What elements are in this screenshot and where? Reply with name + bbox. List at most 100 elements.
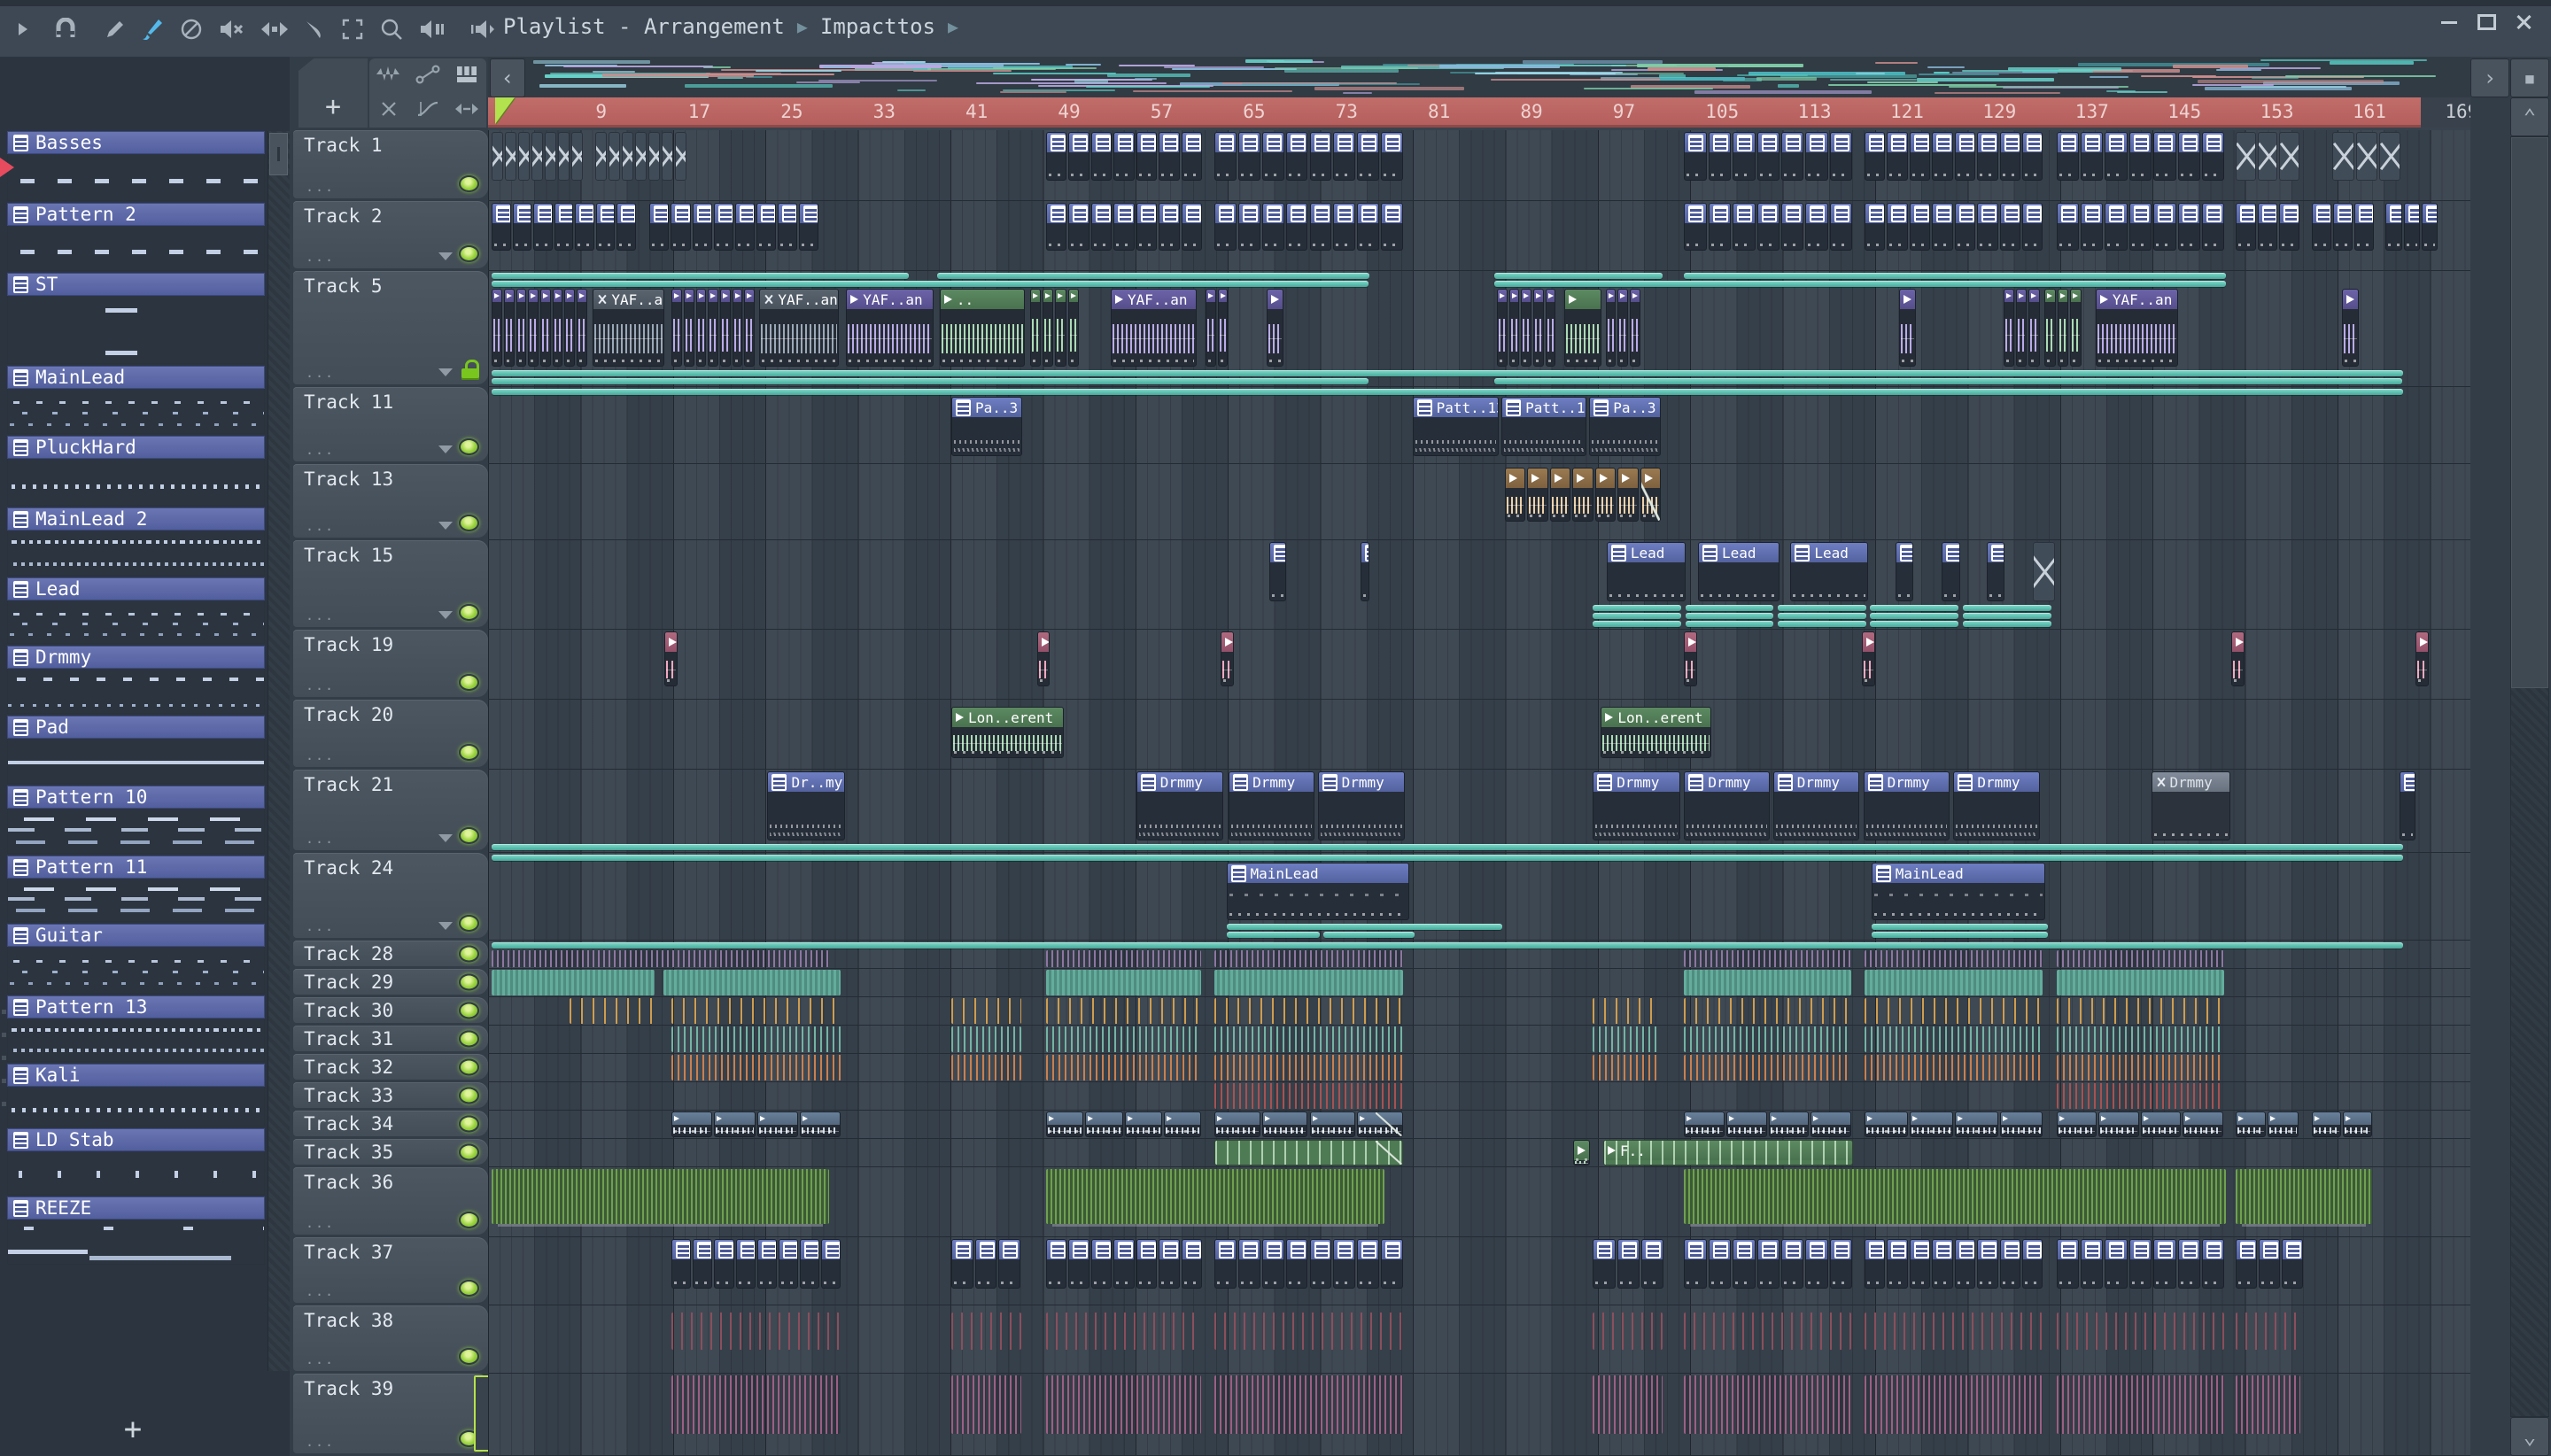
- automation-clip[interactable]: [1778, 621, 1866, 627]
- pattern-clip[interactable]: [1829, 203, 1853, 251]
- stretch-tool-icon[interactable]: [455, 101, 478, 120]
- chevron-audio-clip[interactable]: [1214, 1140, 1403, 1166]
- clip-purple[interactable]: [492, 950, 829, 967]
- track-options-dots[interactable]: ...: [306, 249, 335, 265]
- track-options-dots[interactable]: ...: [306, 1283, 335, 1299]
- pattern-clip[interactable]: [756, 1239, 777, 1289]
- track-dropdown-icon[interactable]: [438, 368, 453, 376]
- pattern-clip[interactable]: [1068, 203, 1089, 251]
- clip-maroontick[interactable]: [1045, 1313, 1202, 1350]
- audio-clip[interactable]: [1768, 1111, 1810, 1137]
- clip-tealblk[interactable]: [1864, 970, 2043, 995]
- pattern-clip[interactable]: [533, 203, 553, 251]
- automation-clip[interactable]: [1778, 613, 1866, 619]
- audio-clip[interactable]: [1954, 1111, 1998, 1137]
- clip-orangetick[interactable]: [1864, 998, 2043, 1024]
- track-options-dots[interactable]: ...: [306, 179, 335, 195]
- zoom-fit-button[interactable]: ▪: [2510, 58, 2549, 97]
- audio-clip[interactable]: [1617, 468, 1639, 522]
- pattern-clip[interactable]: [2201, 203, 2225, 251]
- audio-clip[interactable]: [1594, 468, 1617, 522]
- drmmy-clip[interactable]: Drmmy: [1229, 771, 1315, 840]
- drmmy-clip[interactable]: Drmmy: [1317, 771, 1406, 840]
- pattern-item-pattern-13[interactable]: Pattern 13: [7, 995, 265, 1062]
- audio-clip[interactable]: [1899, 289, 1916, 367]
- track-header-track-37[interactable]: Track 37...: [293, 1237, 488, 1303]
- pattern-clip[interactable]: [1909, 132, 1931, 181]
- add-pattern-button[interactable]: +: [0, 1412, 266, 1447]
- track-header-track-39[interactable]: Track 39...: [293, 1374, 492, 1453]
- muted-pattern-clip[interactable]: [531, 132, 544, 181]
- pattern-clip[interactable]: [2258, 1239, 2280, 1289]
- audio-clip[interactable]: [1043, 289, 1054, 367]
- pattern-clip[interactable]: [2105, 203, 2128, 251]
- pattern-clip[interactable]: [1068, 132, 1089, 181]
- pattern-clip[interactable]: [692, 203, 712, 251]
- audio-clip[interactable]: [1267, 289, 1284, 367]
- close-button[interactable]: [2508, 9, 2539, 35]
- pattern-clip[interactable]: [1887, 132, 1908, 181]
- automation-clip[interactable]: [1870, 613, 1959, 619]
- pattern-item-st[interactable]: ST: [7, 273, 265, 364]
- audio-clip[interactable]: [2015, 289, 2028, 367]
- pattern-clip[interactable]: [512, 203, 532, 251]
- pattern-clip[interactable]: [1954, 1239, 1976, 1289]
- drmmy-clip[interactable]: Drmmy: [1593, 771, 1680, 840]
- pattern-clip[interactable]: [1309, 132, 1332, 181]
- audio-clip[interactable]: [714, 1111, 756, 1137]
- automation-clip[interactable]: [1593, 605, 1681, 611]
- pattern-item-lead[interactable]: Lead: [7, 577, 265, 644]
- clip-magenta[interactable]: [950, 1375, 1021, 1434]
- pattern-clip[interactable]: [2282, 1239, 2304, 1289]
- audio-clip[interactable]: [1725, 1111, 1767, 1137]
- audio-clip[interactable]: [577, 289, 587, 367]
- automation-clip[interactable]: [1871, 932, 2048, 938]
- track-enable-led[interactable]: [459, 175, 479, 192]
- drmmy-clip[interactable]: Drmmy: [1863, 771, 1950, 840]
- automation-clip[interactable]: [1226, 932, 1320, 938]
- f--clip[interactable]: F.: [1573, 1140, 1590, 1166]
- audio-clip[interactable]: [2056, 1111, 2097, 1137]
- lead-clip[interactable]: Lead: [1697, 542, 1779, 601]
- mute-speaker-icon[interactable]: [214, 12, 250, 46]
- pattern-clip[interactable]: [1214, 132, 1237, 181]
- muted-pattern-clip[interactable]: [648, 132, 661, 181]
- automation-clip[interactable]: [1593, 613, 1681, 619]
- pattern-item-pattern-10[interactable]: Pattern 10: [7, 786, 265, 854]
- pattern-clip[interactable]: [2080, 203, 2104, 251]
- clip-magenta[interactable]: [2235, 1375, 2301, 1434]
- muted-pattern-clip[interactable]: [595, 132, 607, 181]
- audio-clip[interactable]: [1605, 289, 1617, 367]
- delete-slash-icon[interactable]: [174, 12, 209, 46]
- audio-clip[interactable]: [2044, 289, 2056, 367]
- clip-maroontick[interactable]: [950, 1313, 1021, 1350]
- audio-clip[interactable]: [2057, 289, 2069, 367]
- clip-purple[interactable]: [1684, 950, 1851, 967]
- clip-green36[interactable]: [2235, 1169, 2373, 1224]
- scroll-right-button[interactable]: ›: [2470, 58, 2509, 97]
- audio-clip[interactable]: [1217, 289, 1229, 367]
- breadcrumb-arrangement[interactable]: Impacttos: [820, 14, 935, 39]
- muted-pattern-clip[interactable]: [518, 132, 531, 181]
- pattern-clip[interactable]: [1333, 1239, 1355, 1289]
- track-header-track-28[interactable]: Track 28: [293, 941, 488, 966]
- slice-knife-icon[interactable]: [296, 12, 331, 46]
- pattern-clip[interactable]: [1113, 132, 1135, 181]
- pattern-clip[interactable]: [1954, 132, 1976, 181]
- track-dropdown-icon[interactable]: [438, 252, 453, 260]
- automation-clip[interactable]: [1962, 605, 2051, 611]
- audio-clip[interactable]: [1617, 289, 1628, 367]
- pattern-clip[interactable]: [1360, 542, 1369, 601]
- audio-clip[interactable]: [708, 289, 718, 367]
- pattern-clip[interactable]: [554, 203, 574, 251]
- audio-clip[interactable]: [1067, 289, 1080, 367]
- track-enable-led[interactable]: [459, 1280, 479, 1297]
- pattern-clip[interactable]: [2421, 203, 2439, 251]
- automation-clip[interactable]: [937, 273, 1369, 279]
- audio-clip[interactable]: [1521, 289, 1531, 367]
- drmmy-clip[interactable]: Drmmy: [1684, 771, 1771, 840]
- pattern-clip[interactable]: [998, 1239, 1021, 1289]
- track-header-track-1[interactable]: Track 1...: [293, 130, 488, 198]
- pattern-clip[interactable]: [1136, 132, 1158, 181]
- pattern-clip[interactable]: [1932, 1239, 1953, 1289]
